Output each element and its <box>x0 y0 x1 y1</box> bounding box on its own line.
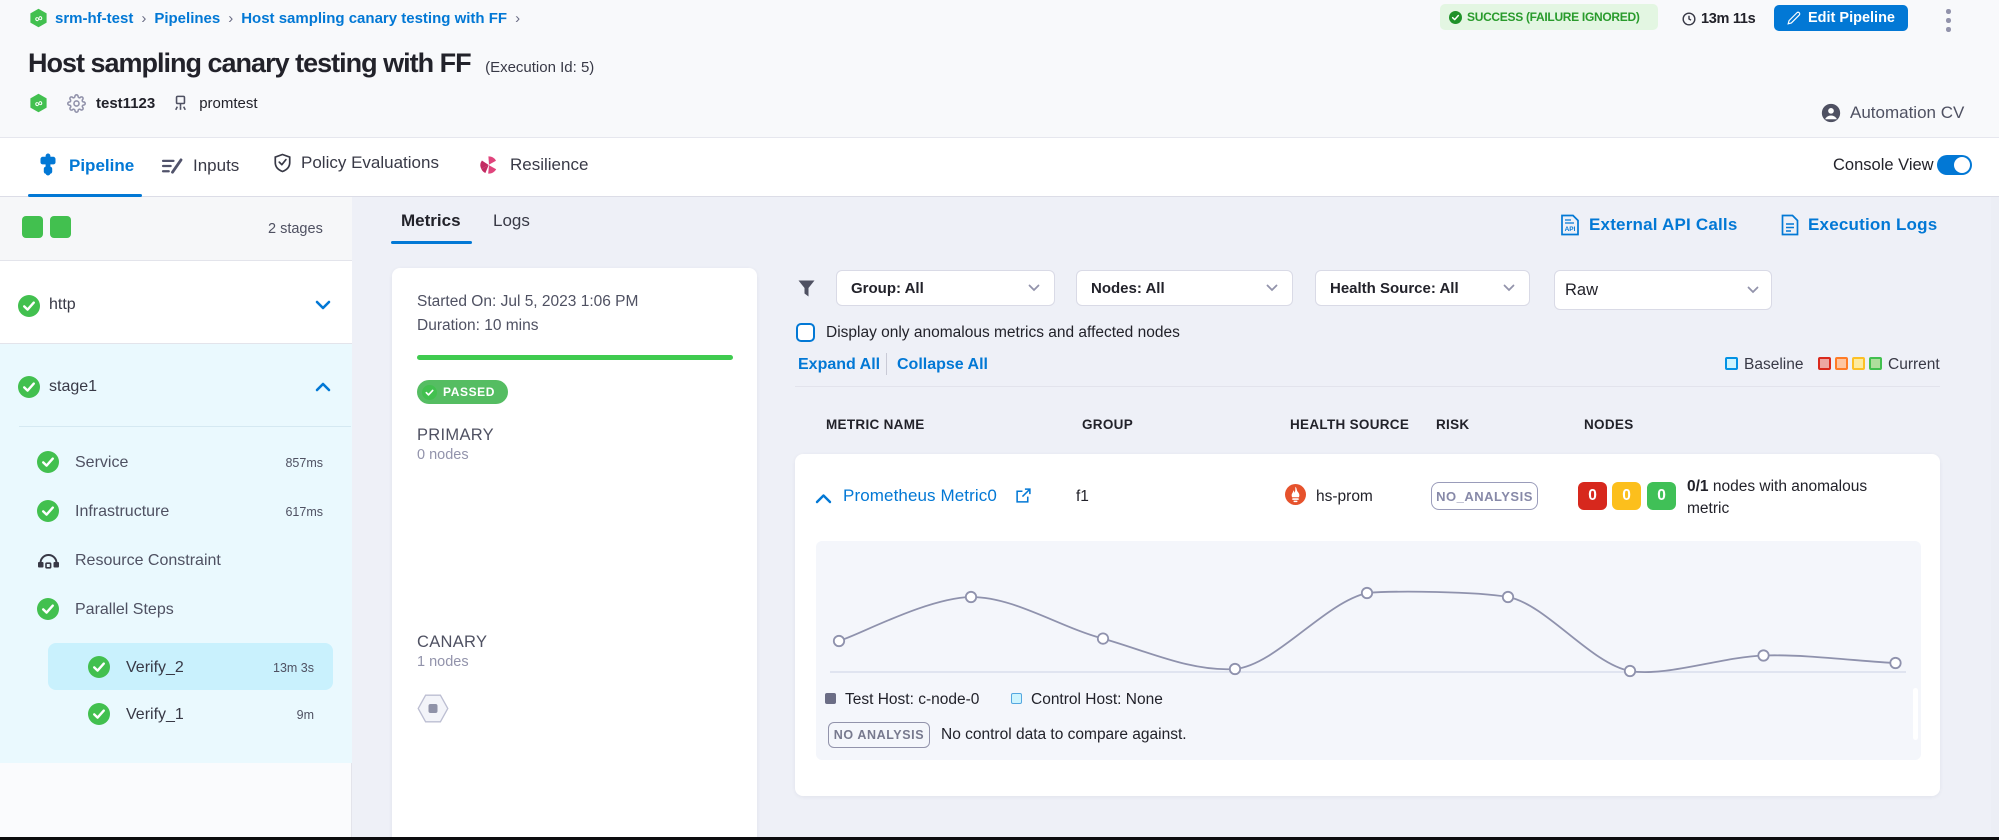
svg-text:API: API <box>1565 226 1576 233</box>
